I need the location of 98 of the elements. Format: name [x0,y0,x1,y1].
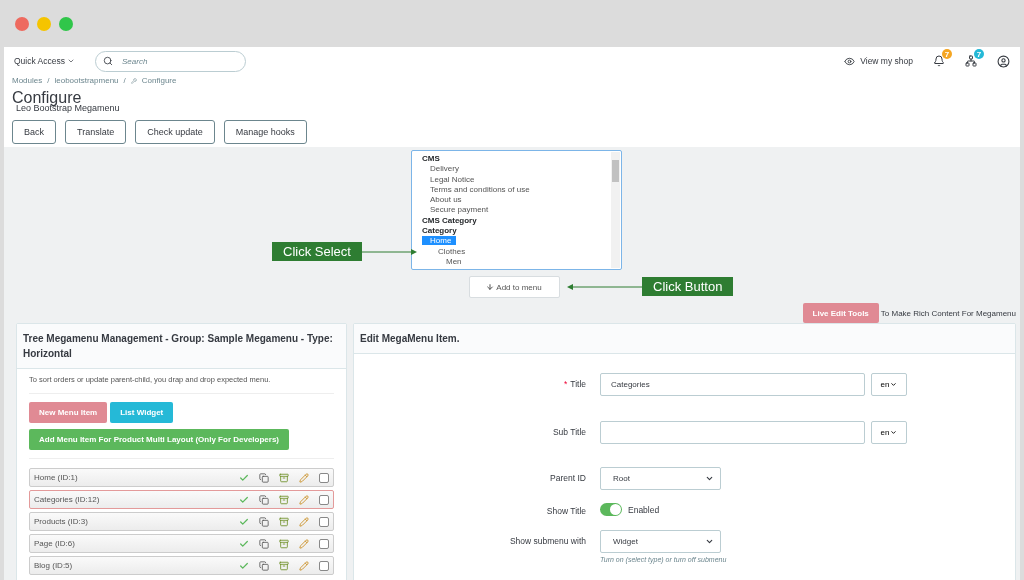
menu-tree-item[interactable]: Page (ID:6) [29,534,334,553]
check-icon[interactable] [239,560,249,571]
page-title: Configure [11,88,82,106]
field-label: Show submenu with [509,536,586,546]
menu-tree-item[interactable]: Blog (ID:5) [29,556,334,575]
search-field[interactable]: Search [95,50,247,72]
item-label: Page (ID:6) [34,539,76,548]
caret-icon [890,381,898,388]
breadcrumb-separator: / [123,76,126,85]
arrow-icon [567,283,642,290]
caret-icon [890,429,898,436]
copy-icon[interactable] [259,472,269,483]
pencil-icon[interactable] [299,516,309,527]
chevron-icon [705,474,714,483]
language-button[interactable]: en [871,373,907,396]
toolbar-button[interactable]: Check update [135,120,215,144]
item-label: Blog (ID:5) [34,561,74,570]
view-shop-link[interactable]: View my shop [844,55,913,67]
copy-icon[interactable] [259,560,269,571]
toggle-state: Enabled [628,504,660,515]
live-edit-note: To Make Rich Content For Megamenu [880,308,1016,318]
check-icon[interactable] [239,538,249,549]
scrollbar[interactable] [611,152,620,268]
list-option[interactable]: Clothes [438,246,466,256]
list-option[interactable]: CMS [422,154,440,163]
add-to-menu-button[interactable]: Add to menu [468,276,560,298]
check-icon[interactable] [239,472,249,483]
copy-icon[interactable] [259,538,269,549]
network-icon[interactable] [965,55,977,67]
archive-icon[interactable] [279,516,289,527]
text-field[interactable]: Categories [600,373,865,396]
field-label: Title [570,379,586,389]
list-option[interactable]: Legal Notice [430,174,475,184]
list-option[interactable]: Terms and conditions of use [430,184,530,194]
search-icon [103,55,114,66]
item-checkbox[interactable] [319,538,329,549]
item-checkbox[interactable] [319,494,329,505]
list-option[interactable]: CMS Category [422,215,477,225]
arrow-icon [361,248,417,255]
count-badge: 7 [974,49,984,59]
caret-icon [67,57,76,65]
panel-title: Tree Megamenu Management - Group: Sample Megamenu - Type: Horizontal [17,324,346,369]
maximize-button[interactable] [59,16,73,31]
bell-icon[interactable] [933,55,945,67]
archive-icon[interactable] [279,560,289,571]
toolbar-button[interactable]: Translate [65,120,127,144]
annotation-label: Click Button [642,277,734,296]
breadcrumb-link[interactable]: Configure [141,76,177,85]
breadcrumb-separator: / [47,76,50,85]
list-option[interactable]: About us [430,195,462,205]
text-field[interactable] [600,421,865,444]
menu-tree-item[interactable]: Categories (ID:12) [29,490,334,509]
copy-icon[interactable] [259,516,269,527]
item-checkbox[interactable] [319,560,329,571]
menu-tree-item[interactable]: Home (ID:1) [29,468,334,487]
count-badge: 7 [942,49,952,59]
copy-icon[interactable] [259,494,269,505]
toggle-switch[interactable] [600,503,622,516]
check-icon[interactable] [239,516,249,527]
archive-icon[interactable] [279,494,289,505]
archive-icon[interactable] [279,538,289,549]
item-label: Home (ID:1) [34,473,79,482]
required-mark: * [563,379,568,389]
menu-tree-item[interactable]: Products (ID:3) [29,512,334,531]
item-label: Categories (ID:12) [34,495,101,504]
user-icon[interactable] [997,54,1010,68]
wrench-icon [130,77,137,84]
menu-source-listbox[interactable]: CMS Delivery Legal Notice Terms and conditions of use About us Secure payment CMS Category Category Home Clothes Men [411,150,622,270]
list-option[interactable]: Men [446,256,462,266]
breadcrumb-link[interactable]: Modules [12,76,43,85]
check-icon[interactable] [239,494,249,505]
field-label: Show Title [546,506,586,516]
pencil-icon[interactable] [299,560,309,571]
breadcrumb-link[interactable]: leobootstrapmenu [54,76,119,85]
pencil-icon[interactable] [299,494,309,505]
arrow-down-icon [486,283,495,291]
field-label: Parent ID [550,473,586,483]
close-button[interactable] [15,16,29,31]
pencil-icon[interactable] [299,538,309,549]
eye-icon [844,55,856,67]
annotation-label: Click Select [272,242,362,261]
pencil-icon[interactable] [299,472,309,483]
item-checkbox[interactable] [319,516,329,527]
panel-title: Edit MegaMenu Item. [354,324,1015,354]
field-label: Sub Title [552,427,586,437]
select-field[interactable]: Widget [600,530,721,553]
language-button[interactable]: en [871,421,907,444]
select-field[interactable]: Root [600,467,721,490]
toolbar-button[interactable]: Back [12,120,56,144]
toolbar-button[interactable]: Manage hooks [223,120,307,144]
list-option[interactable]: Delivery [430,164,459,174]
quick-access-menu[interactable]: Quick Access [14,56,76,66]
item-label: Products (ID:3) [34,517,89,526]
list-option[interactable]: Secure payment [430,205,489,215]
list-option[interactable]: Category [422,226,457,236]
item-checkbox[interactable] [319,472,329,483]
archive-icon[interactable] [279,472,289,483]
chevron-icon [705,537,714,546]
